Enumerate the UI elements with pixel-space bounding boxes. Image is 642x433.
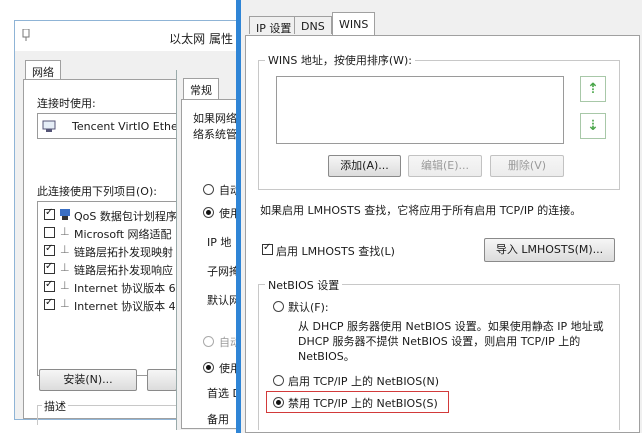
netbios-enable-label: 启用 TCP/IP 上的 NetBIOS(N): [288, 375, 440, 388]
description-group: 描述: [37, 398, 187, 425]
tab-wins[interactable]: WINS: [332, 12, 376, 36]
tab-dns[interactable]: DNS: [294, 16, 332, 34]
protocol-icon: ⊥: [60, 225, 70, 238]
network-icon: [22, 29, 30, 41]
move-down-arrow-icon[interactable]: ⇣: [580, 113, 606, 139]
netbios-default-label: 默认(F):: [288, 301, 329, 314]
lmhosts-note: 如果启用 LMHOSTS 查找，它将应用于所有启用 TCP/IP 的连接。: [260, 204, 582, 217]
item-checkbox[interactable]: [44, 207, 55, 220]
list-item[interactable]: ⊥ Internet 协议版本 4: [44, 296, 184, 314]
tab-network[interactable]: 网络: [25, 60, 61, 80]
tab-ip-settings[interactable]: IP 设置: [249, 16, 299, 35]
netbios-enable-radio[interactable]: [273, 375, 284, 386]
list-item[interactable]: ⊥ 链路层拓扑发现响应: [44, 260, 184, 278]
item-checkbox[interactable]: [44, 243, 55, 256]
lmhosts-checkbox-label: 启用 LMHOSTS 查找(L): [276, 245, 395, 258]
adapter-icon: [42, 120, 56, 132]
intro-text: 如果网络: [193, 112, 237, 125]
uninstall-button[interactable]: [147, 369, 177, 391]
import-lmhosts-button[interactable]: 导入 LMHOSTS(M)...: [484, 238, 615, 262]
tab-general[interactable]: 常规: [183, 78, 219, 100]
wins-group-label: WINS 地址，按使用排序(W):: [265, 52, 415, 68]
move-up-arrow-icon[interactable]: ⇡: [580, 76, 606, 102]
item-label: 链路层拓扑发现响应: [74, 264, 173, 277]
netbios-default-desc: NetBIOS。: [298, 350, 355, 363]
item-label: Microsoft 网络适配: [74, 228, 172, 241]
use-ip-radio[interactable]: [203, 207, 214, 218]
items-label: 此连接使用下列项目(O):: [37, 185, 157, 198]
protocol-icon: ⊥: [60, 297, 70, 310]
netbios-default-radio[interactable]: [273, 301, 284, 312]
item-checkbox[interactable]: [44, 261, 55, 274]
adapter-name: Tencent VirtIO Ethe: [72, 120, 178, 133]
item-label: 链路层拓扑发现映射: [74, 246, 173, 259]
connect-using-label: 连接时使用:: [37, 97, 96, 110]
item-label: Internet 协议版本 6: [74, 282, 176, 295]
netbios-group-label: NetBIOS 设置: [265, 277, 343, 293]
netbios-disable-label: 禁用 TCP/IP 上的 NetBIOS(S): [288, 397, 438, 410]
protocol-icon: ⊥: [60, 279, 70, 292]
ip-address-label: IP 地: [207, 236, 232, 249]
advanced-tcpip-window: IP 设置 DNS WINS WINS 地址，按使用排序(W): ⇡ ⇣ 添加(…: [241, 0, 642, 433]
item-checkbox[interactable]: [44, 297, 55, 310]
items-list: QoS 数据包计划程序 ⊥ Microsoft 网络适配 ⊥ 链路层拓扑发现映射…: [37, 201, 187, 376]
adapter-box: Tencent VirtIO Ethe: [37, 113, 187, 139]
netbios-disable-radio[interactable]: [273, 397, 284, 408]
list-item[interactable]: ⊥ Microsoft 网络适配: [44, 224, 184, 242]
item-checkbox[interactable]: [44, 227, 55, 238]
list-item[interactable]: ⊥ Internet 协议版本 6: [44, 278, 184, 296]
qos-icon: [60, 209, 70, 220]
item-checkbox[interactable]: [44, 279, 55, 292]
item-label: QoS 数据包计划程序: [74, 210, 177, 223]
description-label: 描述: [42, 398, 68, 414]
wins-address-list[interactable]: [276, 76, 564, 144]
auto-dns-radio[interactable]: [203, 336, 214, 347]
protocol-icon: ⊥: [60, 261, 70, 274]
title-bar: 以太网 属性: [15, 21, 263, 51]
protocol-icon: ⊥: [60, 243, 70, 256]
window-title: 以太网 属性: [169, 32, 233, 46]
intro-text: 络系统管: [193, 128, 237, 141]
netbios-default-desc: DHCP 服务器不提供 NetBIOS 设置，则启用 TCP/IP 上的: [298, 335, 581, 348]
edit-button[interactable]: 编辑(E)...: [408, 155, 482, 177]
list-item[interactable]: ⊥ 链路层拓扑发现映射: [44, 242, 184, 260]
netbios-default-desc: 从 DHCP 服务器使用 NetBIOS 设置。如果使用静态 IP 地址或: [298, 320, 604, 333]
alternate-dns-label: 备用: [207, 413, 229, 426]
auto-ip-radio[interactable]: [203, 184, 214, 195]
lmhosts-checkbox[interactable]: [262, 242, 273, 255]
use-dns-radio[interactable]: [203, 362, 214, 373]
delete-button[interactable]: 删除(V): [490, 155, 564, 177]
list-item[interactable]: QoS 数据包计划程序: [44, 206, 184, 224]
item-label: Internet 协议版本 4: [74, 300, 176, 313]
add-button[interactable]: 添加(A)...: [328, 155, 401, 177]
install-button[interactable]: 安装(N)...: [39, 369, 137, 391]
